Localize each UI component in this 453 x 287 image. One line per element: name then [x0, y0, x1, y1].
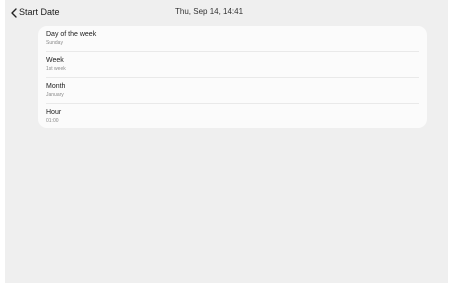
option-month[interactable]: Month January: [38, 78, 427, 103]
start-date-options-card: Day of the week Sunday Week 1st week Mon…: [38, 26, 427, 128]
option-label: Week: [46, 57, 64, 64]
option-label: Hour: [46, 109, 62, 116]
option-value: 1st week: [46, 66, 66, 72]
date-time-display: Thu, Sep 14, 14:41: [175, 7, 244, 16]
option-label: Month: [46, 83, 66, 90]
option-value: Sunday: [46, 40, 63, 46]
settings-screen: Start Date Thu, Sep 14, 14:41 Day of the…: [5, 0, 448, 283]
option-week[interactable]: Week 1st week: [38, 52, 427, 77]
option-value: January: [46, 92, 64, 98]
header-bar: Start Date Thu, Sep 14, 14:41: [5, 0, 448, 26]
option-day-of-the-week[interactable]: Day of the week Sunday: [38, 26, 427, 51]
option-label: Day of the week: [46, 31, 97, 38]
option-value: 01:00: [46, 118, 59, 124]
page-title: Start Date: [19, 7, 60, 17]
chevron-left-icon: [11, 8, 17, 18]
option-hour[interactable]: Hour 01:00: [38, 104, 427, 129]
